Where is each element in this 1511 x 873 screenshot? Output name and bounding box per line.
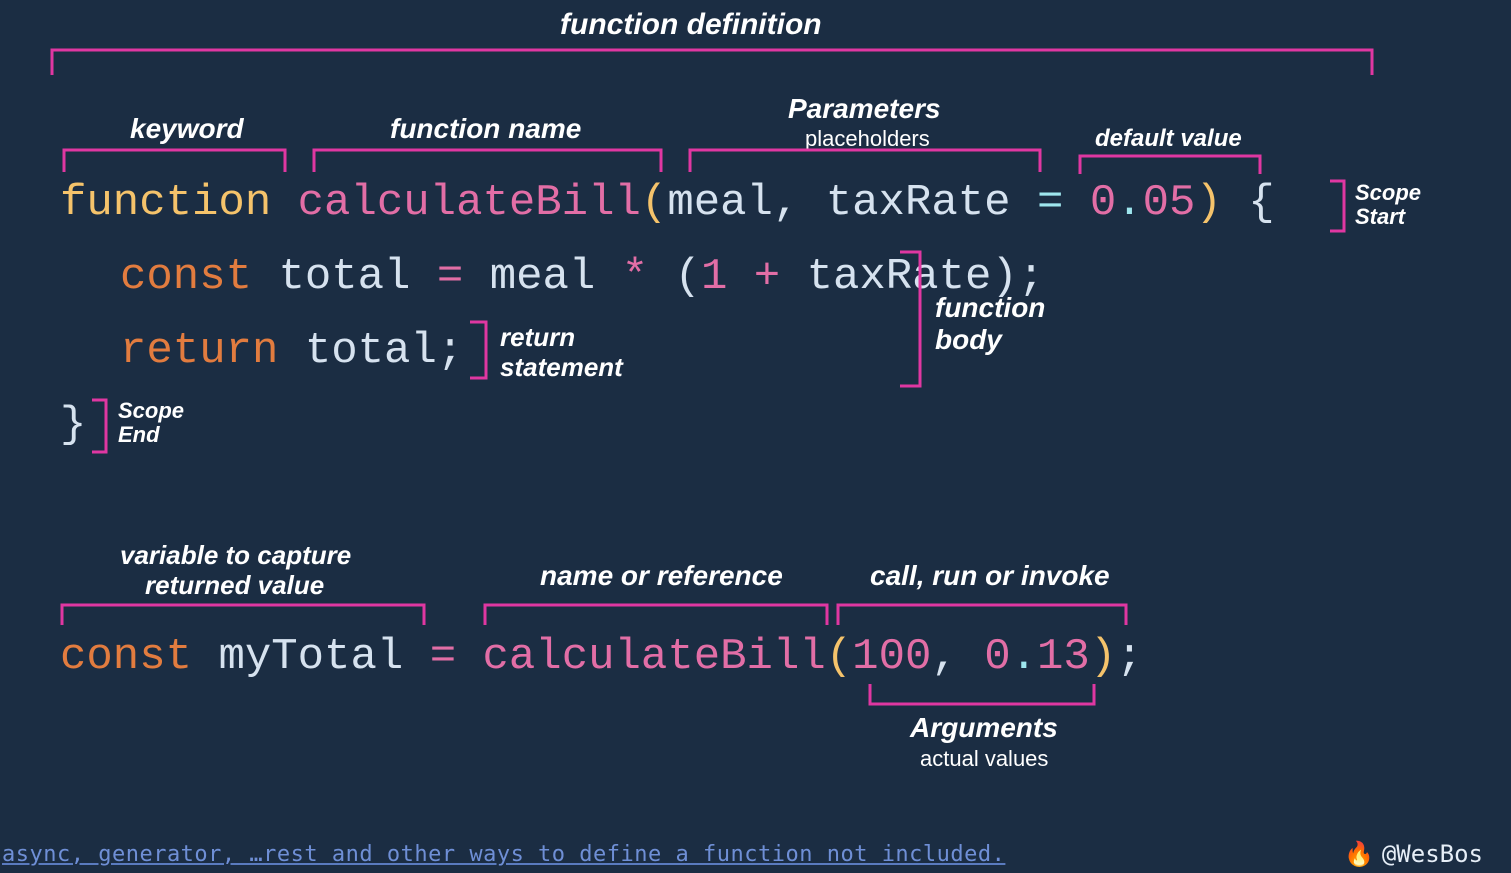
label-parameters-sub: placeholders bbox=[805, 126, 930, 152]
label-function-definition: function definition bbox=[560, 8, 822, 42]
label-return-1: return bbox=[500, 322, 575, 353]
kw-const: const bbox=[120, 252, 252, 302]
ref-total: total bbox=[305, 326, 437, 376]
label-var-capture-1: variable to capture bbox=[120, 540, 351, 571]
label-return-2: statement bbox=[500, 352, 623, 383]
label-scope-start-2: Start bbox=[1355, 204, 1405, 230]
author-handle: @WesBos bbox=[1382, 840, 1483, 868]
label-function-body-2: body bbox=[935, 324, 1002, 356]
bracket-scope-start bbox=[1330, 181, 1346, 231]
diagram-stage: function definition keyword function nam… bbox=[0, 0, 1511, 873]
label-arguments-sub: actual values bbox=[920, 746, 1048, 772]
var-myTotal: myTotal bbox=[218, 632, 403, 682]
code-line-3: return total; bbox=[120, 326, 463, 376]
label-parameters: Parameters bbox=[788, 93, 941, 125]
bracket-name-or-reference bbox=[485, 605, 827, 627]
bracket-parameters bbox=[690, 150, 1040, 174]
footer: async, generator, …rest and other ways t… bbox=[0, 835, 1511, 873]
bracket-function-definition bbox=[52, 50, 1372, 80]
label-function-name: function name bbox=[390, 113, 581, 145]
fn-name: calculateBill bbox=[298, 178, 641, 228]
var-total: total bbox=[278, 252, 410, 302]
kw-return: return bbox=[120, 326, 278, 376]
arg-1: 100 bbox=[852, 632, 931, 682]
credit: 🔥 @WesBos bbox=[1344, 840, 1483, 868]
bracket-scope-end bbox=[92, 400, 108, 452]
param-taxRate: taxRate bbox=[826, 178, 1011, 228]
param-meal: meal bbox=[667, 178, 773, 228]
bracket-arguments bbox=[870, 684, 1094, 706]
fn-name-ref: calculateBill bbox=[483, 632, 826, 682]
bracket-var-capture bbox=[62, 605, 424, 627]
footnote-text: async, generator, …rest and other ways t… bbox=[0, 842, 1005, 867]
label-var-capture-2: returned value bbox=[145, 570, 324, 601]
bracket-return-statement bbox=[470, 322, 488, 378]
bracket-keyword bbox=[64, 150, 285, 174]
label-function-body-1: function bbox=[935, 292, 1045, 324]
label-scope-start-1: Scope bbox=[1355, 180, 1421, 206]
label-arguments: Arguments bbox=[910, 712, 1058, 744]
code-line-5: const myTotal = calculateBill(100, 0.13)… bbox=[60, 632, 1143, 682]
literal-one: 1 bbox=[701, 252, 727, 302]
label-default-value: default value bbox=[1095, 125, 1242, 153]
label-call-run-invoke: call, run or invoke bbox=[870, 560, 1110, 592]
bracket-function-name bbox=[314, 150, 661, 174]
bracket-call-run-invoke bbox=[838, 605, 1126, 627]
label-scope-end-1: Scope bbox=[118, 398, 184, 424]
kw-const-2: const bbox=[60, 632, 192, 682]
ref-meal: meal bbox=[490, 252, 596, 302]
fire-icon: 🔥 bbox=[1344, 840, 1374, 868]
label-name-or-reference: name or reference bbox=[540, 560, 783, 592]
label-scope-end-2: End bbox=[118, 422, 160, 448]
bracket-default-value bbox=[1080, 156, 1260, 176]
code-line-1: function calculateBill(meal, taxRate = 0… bbox=[60, 178, 1275, 228]
code-line-4: } bbox=[60, 400, 86, 450]
label-keyword: keyword bbox=[130, 113, 244, 145]
code-line-2: const total = meal * (1 + taxRate); bbox=[120, 252, 1044, 302]
kw-function: function bbox=[60, 178, 271, 228]
